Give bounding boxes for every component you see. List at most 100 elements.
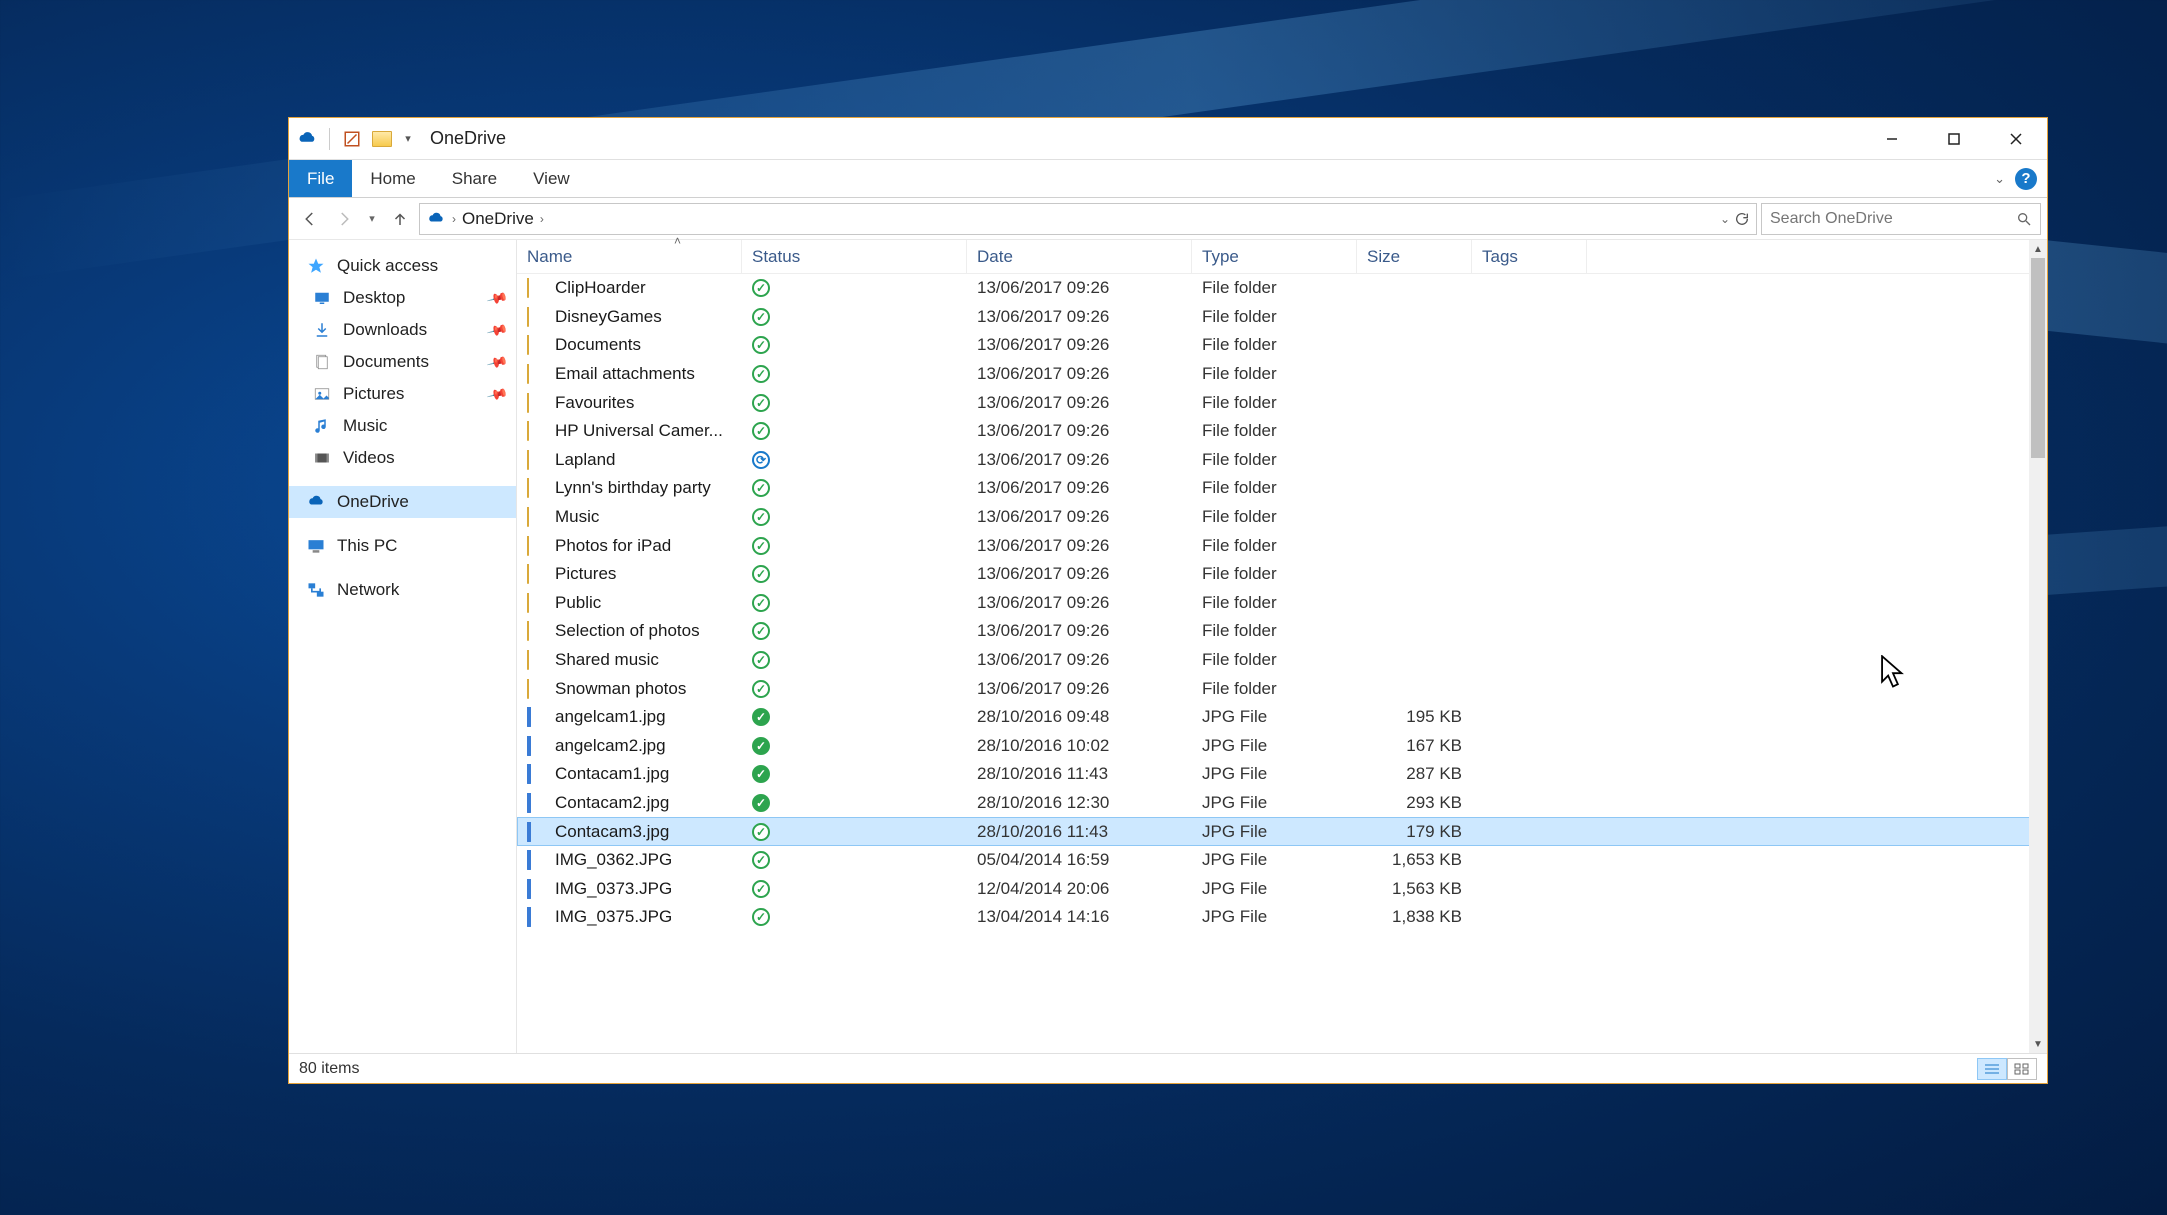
cell-date: 28/10/2016 11:43 <box>967 764 1192 784</box>
sidebar-this-pc[interactable]: This PC <box>289 530 516 562</box>
search-input[interactable] <box>1770 210 2008 228</box>
folder-icon[interactable] <box>370 127 394 151</box>
nav-back-button[interactable] <box>295 204 325 234</box>
file-row[interactable]: Email attachments✓13/06/2017 09:26File f… <box>517 360 2047 389</box>
column-date[interactable]: Date <box>967 240 1192 273</box>
status-local-icon: ✓ <box>752 737 770 755</box>
cell-date: 13/06/2017 09:26 <box>967 421 1192 441</box>
address-bar[interactable]: › OneDrive › ⌄ <box>419 203 1757 235</box>
nav-up-button[interactable] <box>385 204 415 234</box>
file-row[interactable]: IMG_0375.JPG✓13/04/2014 14:16JPG File1,8… <box>517 903 2047 932</box>
titlebar: ▾ OneDrive <box>289 118 2047 160</box>
column-type[interactable]: Type <box>1192 240 1357 273</box>
tab-share[interactable]: Share <box>434 160 515 197</box>
sidebar-downloads[interactable]: Downloads 📌 <box>289 314 516 346</box>
music-icon <box>311 415 333 437</box>
file-row[interactable]: HP Universal Camer...✓13/06/2017 09:26Fi… <box>517 417 2047 446</box>
folder-icon <box>527 307 547 327</box>
scroll-track[interactable] <box>2029 258 2047 1035</box>
close-button[interactable] <box>1985 118 2047 160</box>
view-thumbnails-button[interactable] <box>2007 1058 2037 1080</box>
minimize-button[interactable] <box>1861 118 1923 160</box>
file-name: Favourites <box>555 393 634 413</box>
search-box[interactable] <box>1761 203 2041 235</box>
file-row[interactable]: IMG_0362.JPG✓05/04/2014 16:59JPG File1,6… <box>517 846 2047 875</box>
tab-home[interactable]: Home <box>352 160 433 197</box>
onedrive-app-icon[interactable] <box>295 127 319 151</box>
cell-status: ✓ <box>742 794 967 812</box>
image-file-icon <box>527 764 547 784</box>
breadcrumb-separator[interactable]: › <box>540 212 544 226</box>
sidebar-quick-access[interactable]: Quick access <box>289 250 516 282</box>
address-dropdown-icon[interactable]: ⌄ <box>1720 212 1730 226</box>
file-row[interactable]: Contacam2.jpg✓28/10/2016 12:30JPG File29… <box>517 789 2047 818</box>
folder-icon <box>527 364 547 384</box>
nav-forward-button[interactable] <box>329 204 359 234</box>
file-row[interactable]: Public✓13/06/2017 09:26File folder <box>517 589 2047 618</box>
cell-type: JPG File <box>1192 707 1357 727</box>
sidebar-videos[interactable]: Videos <box>289 442 516 474</box>
file-row[interactable]: angelcam2.jpg✓28/10/2016 10:02JPG File16… <box>517 732 2047 761</box>
status-online-icon: ✓ <box>752 508 770 526</box>
status-online-icon: ✓ <box>752 422 770 440</box>
cell-type: File folder <box>1192 478 1357 498</box>
file-row[interactable]: Documents✓13/06/2017 09:26File folder <box>517 331 2047 360</box>
sidebar-onedrive[interactable]: OneDrive <box>289 486 516 518</box>
column-size[interactable]: Size <box>1357 240 1472 273</box>
status-bar: 80 items <box>289 1053 2047 1083</box>
sidebar-documents[interactable]: Documents 📌 <box>289 346 516 378</box>
file-row[interactable]: Favourites✓13/06/2017 09:26File folder <box>517 388 2047 417</box>
file-row[interactable]: Snowman photos✓13/06/2017 09:26File fold… <box>517 674 2047 703</box>
file-row[interactable]: Contacam1.jpg✓28/10/2016 11:43JPG File28… <box>517 760 2047 789</box>
cell-status: ✓ <box>742 651 967 669</box>
file-name: Lynn's birthday party <box>555 478 711 498</box>
item-count: 80 items <box>299 1060 359 1078</box>
folder-icon <box>527 421 547 441</box>
column-tags[interactable]: Tags <box>1472 240 1587 273</box>
scroll-thumb[interactable] <box>2031 258 2045 458</box>
file-row[interactable]: Selection of photos✓13/06/2017 09:26File… <box>517 617 2047 646</box>
search-icon[interactable] <box>2016 211 2032 227</box>
file-row[interactable]: Pictures✓13/06/2017 09:26File folder <box>517 560 2047 589</box>
documents-icon <box>311 351 333 373</box>
scroll-up-button[interactable]: ▲ <box>2029 240 2047 258</box>
file-row[interactable]: IMG_0373.JPG✓12/04/2014 20:06JPG File1,5… <box>517 874 2047 903</box>
sidebar-music[interactable]: Music <box>289 410 516 442</box>
properties-icon[interactable] <box>340 127 364 151</box>
vertical-scrollbar[interactable]: ▲ ▼ <box>2029 240 2047 1053</box>
scroll-down-button[interactable]: ▼ <box>2029 1035 2047 1053</box>
tab-view[interactable]: View <box>515 160 588 197</box>
status-online-icon: ✓ <box>752 479 770 497</box>
refresh-icon[interactable] <box>1734 211 1750 227</box>
file-row[interactable]: Photos for iPad✓13/06/2017 09:26File fol… <box>517 531 2047 560</box>
file-name: Photos for iPad <box>555 536 671 556</box>
file-row[interactable]: angelcam1.jpg✓28/10/2016 09:48JPG File19… <box>517 703 2047 732</box>
help-icon[interactable]: ? <box>2015 168 2037 190</box>
sidebar-item-label: Network <box>337 580 399 600</box>
file-row[interactable]: Lynn's birthday party✓13/06/2017 09:26Fi… <box>517 474 2047 503</box>
cell-type: File folder <box>1192 335 1357 355</box>
view-details-button[interactable] <box>1977 1058 2007 1080</box>
cell-type: File folder <box>1192 621 1357 641</box>
file-row[interactable]: Music✓13/06/2017 09:26File folder <box>517 503 2047 532</box>
file-row[interactable]: Contacam3.jpg✓28/10/2016 11:43JPG File17… <box>517 817 2047 846</box>
tab-file[interactable]: File <box>289 160 352 197</box>
maximize-button[interactable] <box>1923 118 1985 160</box>
qat-dropdown-icon[interactable]: ▾ <box>400 127 416 151</box>
sidebar-item-label: Quick access <box>337 256 438 276</box>
file-name: IMG_0362.JPG <box>555 850 672 870</box>
sidebar-network[interactable]: Network <box>289 574 516 606</box>
file-row[interactable]: DisneyGames✓13/06/2017 09:26File folder <box>517 303 2047 332</box>
breadcrumb-item[interactable]: OneDrive <box>462 209 534 229</box>
file-row[interactable]: ClipHoarder✓13/06/2017 09:26File folder <box>517 274 2047 303</box>
sidebar-desktop[interactable]: Desktop 📌 <box>289 282 516 314</box>
column-headers: Name ˄ Status Date Type Size Tags <box>517 240 2047 274</box>
file-row[interactable]: Lapland⟳13/06/2017 09:26File folder <box>517 446 2047 475</box>
file-row[interactable]: Shared music✓13/06/2017 09:26File folder <box>517 646 2047 675</box>
breadcrumb-separator[interactable]: › <box>452 212 456 226</box>
ribbon-collapse-icon[interactable]: ⌄ <box>1994 171 2005 187</box>
sidebar-pictures[interactable]: Pictures 📌 <box>289 378 516 410</box>
column-name[interactable]: Name ˄ <box>517 240 742 273</box>
column-status[interactable]: Status <box>742 240 967 273</box>
nav-recent-dropdown[interactable]: ▾ <box>363 204 381 234</box>
